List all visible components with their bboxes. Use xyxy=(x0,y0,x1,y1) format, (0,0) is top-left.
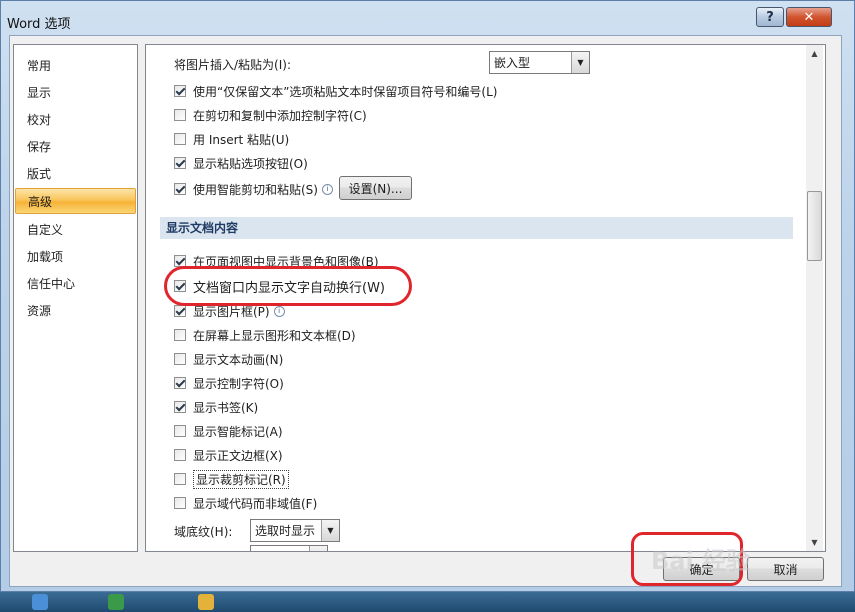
option-show-background[interactable]: 在页面视图中显示背景色和图像(B) xyxy=(174,251,379,271)
dialog-body: 常用 显示 校对 保存 版式 高级 自定义 加载项 信任中心 资源 将图片插入/… xyxy=(9,35,842,587)
checkbox[interactable] xyxy=(174,109,186,121)
category-nav: 常用 显示 校对 保存 版式 高级 自定义 加载项 信任中心 资源 xyxy=(13,44,138,552)
option-smart-cut-paste[interactable]: 使用智能剪切和粘贴(S) i xyxy=(174,179,333,199)
field-shading-value: 选取时显示 xyxy=(255,524,316,538)
settings-button[interactable]: 设置(N)... xyxy=(339,176,412,200)
checkbox[interactable] xyxy=(174,377,186,389)
taskbar-app-icon[interactable] xyxy=(32,594,48,610)
nav-item-resources[interactable]: 资源 xyxy=(15,298,136,324)
vertical-scrollbar[interactable]: ▲ ▼ xyxy=(806,45,823,551)
checkbox[interactable] xyxy=(174,449,186,461)
checkbox[interactable] xyxy=(174,305,186,317)
taskbar xyxy=(0,592,855,612)
option-label: 用 Insert 粘贴(U) xyxy=(193,132,290,147)
option-label: 显示图片框(P) xyxy=(193,304,270,319)
taskbar-app-icon[interactable] xyxy=(108,594,124,610)
field-shading-label: 域底纹(H): xyxy=(174,525,233,539)
checkbox[interactable] xyxy=(174,353,186,365)
help-icon: ? xyxy=(766,9,774,25)
insert-picture-label: 将图片插入/粘贴为(I): xyxy=(174,58,291,72)
option-bookmarks[interactable]: 显示书签(K) xyxy=(174,397,258,417)
checkbox[interactable] xyxy=(174,425,186,437)
scroll-thumb[interactable] xyxy=(807,191,822,261)
checkbox[interactable] xyxy=(174,280,186,292)
nav-item-trust-center[interactable]: 信任中心 xyxy=(15,271,136,297)
checkbox[interactable] xyxy=(174,133,186,145)
nav-item-customize[interactable]: 自定义 xyxy=(15,217,136,243)
option-label: 使用智能剪切和粘贴(S) xyxy=(193,182,318,197)
option-show-paste-button[interactable]: 显示粘贴选项按钮(O) xyxy=(174,153,308,173)
option-label: 显示文本动画(N) xyxy=(193,352,284,367)
option-label: 使用“仅保留文本”选项粘贴文本时保留项目符号和编号(L) xyxy=(193,84,498,99)
checkbox[interactable] xyxy=(174,473,186,485)
checkbox[interactable] xyxy=(174,401,186,413)
nav-item-proofing[interactable]: 校对 xyxy=(15,107,136,133)
checkbox[interactable] xyxy=(174,183,186,195)
nav-item-common[interactable]: 常用 xyxy=(15,53,136,79)
checkbox[interactable] xyxy=(174,85,186,97)
title-bar: Word 选项 ? ✕ xyxy=(1,1,854,35)
window-title: Word 选项 xyxy=(7,17,71,32)
taskbar-app-icon[interactable] xyxy=(198,594,214,610)
option-control-chars[interactable]: 显示控制字符(O) xyxy=(174,373,284,393)
option-crop-marks[interactable]: 显示裁剪标记(R) xyxy=(174,469,289,489)
checkbox[interactable] xyxy=(174,255,186,267)
option-field-codes[interactable]: 显示域代码而非域值(F) xyxy=(174,493,317,513)
chevron-down-icon: ▼ xyxy=(321,520,339,541)
option-text-boundaries[interactable]: 显示正文边框(X) xyxy=(174,445,283,465)
option-label: 在屏幕上显示图形和文本框(D) xyxy=(193,328,356,343)
option-add-control-chars[interactable]: 在剪切和复制中添加控制字符(C) xyxy=(174,105,367,125)
help-button[interactable]: ? xyxy=(756,7,784,27)
nav-item-addins[interactable]: 加载项 xyxy=(15,244,136,270)
option-label: 显示正文边框(X) xyxy=(193,448,283,463)
field-shading-select[interactable]: 选取时显示 ▼ xyxy=(250,519,340,542)
word-options-dialog: Word 选项 ? ✕ 常用 显示 校对 保存 版式 高级 自定义 加载项 信任… xyxy=(0,0,855,592)
chevron-down-icon xyxy=(309,546,327,551)
scroll-down-icon[interactable]: ▼ xyxy=(806,534,823,551)
option-label: 显示智能标记(A) xyxy=(193,424,283,439)
option-wrap-text[interactable]: 文档窗口内显示文字自动换行(W) xyxy=(174,276,385,296)
option-label: 在剪切和复制中添加控制字符(C) xyxy=(193,108,367,123)
nav-item-display[interactable]: 显示 xyxy=(15,80,136,106)
insert-picture-select[interactable]: 嵌入型 ▼ xyxy=(489,51,590,74)
nav-item-advanced[interactable]: 高级 xyxy=(15,188,136,214)
checkbox[interactable] xyxy=(174,329,186,341)
partial-select-below[interactable] xyxy=(250,545,328,551)
checkbox[interactable] xyxy=(174,157,186,169)
option-picture-placeholders[interactable]: 显示图片框(P) i xyxy=(174,301,285,321)
close-icon: ✕ xyxy=(803,9,815,25)
option-text-animation[interactable]: 显示文本动画(N) xyxy=(174,349,283,369)
chevron-down-icon: ▼ xyxy=(571,52,589,73)
scroll-up-icon[interactable]: ▲ xyxy=(806,45,823,62)
info-icon: i xyxy=(321,183,333,195)
option-show-drawings[interactable]: 在屏幕上显示图形和文本框(D) xyxy=(174,325,356,345)
checkbox[interactable] xyxy=(174,497,186,509)
option-label: 在页面视图中显示背景色和图像(B) xyxy=(193,254,379,269)
option-label: 显示裁剪标记(R) xyxy=(193,469,289,489)
nav-item-layout[interactable]: 版式 xyxy=(15,161,136,187)
option-label: 显示域代码而非域值(F) xyxy=(193,496,318,511)
section-header-display-content: 显示文档内容 xyxy=(160,217,793,239)
nav-item-save[interactable]: 保存 xyxy=(15,134,136,160)
option-smart-tags[interactable]: 显示智能标记(A) xyxy=(174,421,283,441)
option-label: 文档窗口内显示文字自动换行(W) xyxy=(193,280,385,296)
info-icon: i xyxy=(273,305,285,317)
annotation-ok-highlight xyxy=(631,532,743,586)
insert-picture-value: 嵌入型 xyxy=(494,56,531,70)
advanced-options-panel: 将图片插入/粘贴为(I): 嵌入型 ▼ 使用“仅保留文本”选项粘贴文本时保留项目… xyxy=(145,44,826,552)
close-button[interactable]: ✕ xyxy=(786,7,832,27)
cancel-button[interactable]: 取消 xyxy=(747,557,824,581)
option-label: 显示粘贴选项按钮(O) xyxy=(193,156,308,171)
option-insert-paste[interactable]: 用 Insert 粘贴(U) xyxy=(174,129,289,149)
option-label: 显示控制字符(O) xyxy=(193,376,284,391)
option-keep-bullets[interactable]: 使用“仅保留文本”选项粘贴文本时保留项目符号和编号(L) xyxy=(174,81,498,101)
option-label: 显示书签(K) xyxy=(193,400,259,415)
